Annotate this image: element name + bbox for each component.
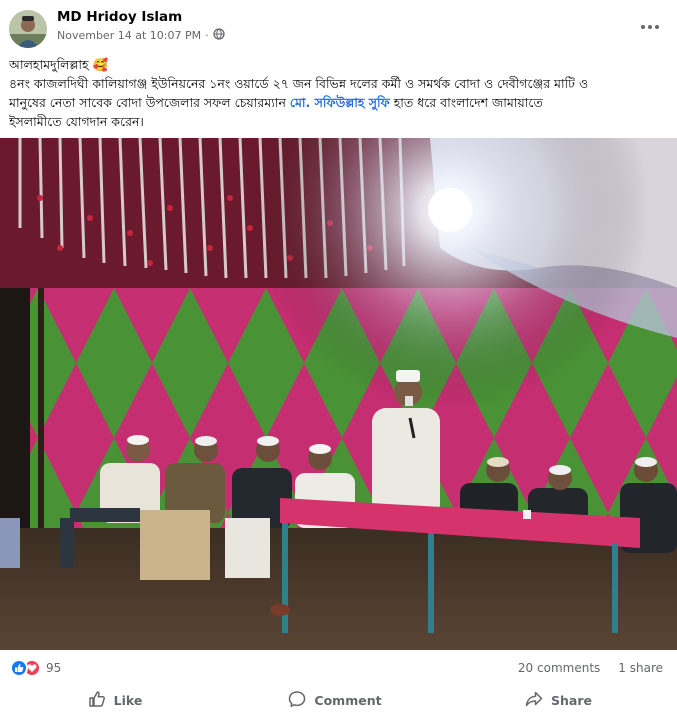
post-action-bar: Like Comment Share	[0, 684, 677, 716]
post-meta: November 14 at 10:07 PM ·	[57, 28, 225, 43]
comment-bubble-icon	[288, 690, 306, 711]
like-label: Like	[113, 692, 143, 708]
reaction-count: 95	[46, 661, 62, 675]
more-dots-icon[interactable]	[637, 14, 663, 40]
like-reaction-icon	[10, 659, 28, 677]
post-photo[interactable]	[0, 138, 677, 650]
meta-separator: ·	[205, 29, 209, 42]
post-text-line-2: ৪নং কাজলদিঘী কালিয়াগঞ্জ ইউনিয়নের ১নং ও…	[9, 76, 589, 91]
post-text: আলহামদুলিল্লাহ 🥰 ৪নং কাজলদিঘী কালিয়াগঞ্…	[9, 55, 669, 131]
comment-button[interactable]: Comment	[230, 685, 440, 715]
share-button[interactable]: Share	[440, 685, 677, 715]
facebook-post: MD Hridoy Islam November 14 at 10:07 PM …	[0, 0, 677, 718]
mention-link[interactable]: মো. সফিউল্লাহ সুফি	[290, 95, 390, 110]
post-timestamp[interactable]: November 14 at 10:07 PM	[57, 29, 201, 42]
post-text-line-3-before: মানুষের নেতা সাবেক বোদা উপজেলার সফল চেয়…	[9, 95, 290, 110]
author-name[interactable]: MD Hridoy Islam	[57, 9, 182, 25]
post-text-line-3: মানুষের নেতা সাবেক বোদা উপজেলার সফল চেয়…	[9, 93, 669, 112]
post-text-line-4: ইসলামীতে যোগদান করেন।	[9, 114, 144, 129]
like-button[interactable]: Like	[0, 685, 230, 715]
share-label: Share	[551, 692, 592, 708]
engagement-stats: 20 comments 1 share	[518, 661, 663, 675]
thumbs-up-icon	[88, 690, 106, 711]
smiling-hearts-emoji-icon: 🥰	[92, 57, 109, 72]
globe-icon[interactable]	[212, 28, 225, 43]
reactions-summary[interactable]: 95	[10, 659, 61, 677]
post-text-line-3-after: হাত ধরে বাংলাদেশ জামায়াতে	[389, 95, 543, 110]
comment-label: Comment	[314, 692, 382, 708]
shares-count[interactable]: 1 share	[618, 661, 663, 675]
share-arrow-icon	[525, 690, 543, 711]
comments-count[interactable]: 20 comments	[518, 661, 600, 675]
author-avatar[interactable]	[9, 10, 47, 48]
post-text-greeting: আলহামদুলিল্লাহ	[9, 57, 89, 72]
post-text-line-1: আলহামদুলিল্লাহ 🥰	[9, 55, 669, 74]
